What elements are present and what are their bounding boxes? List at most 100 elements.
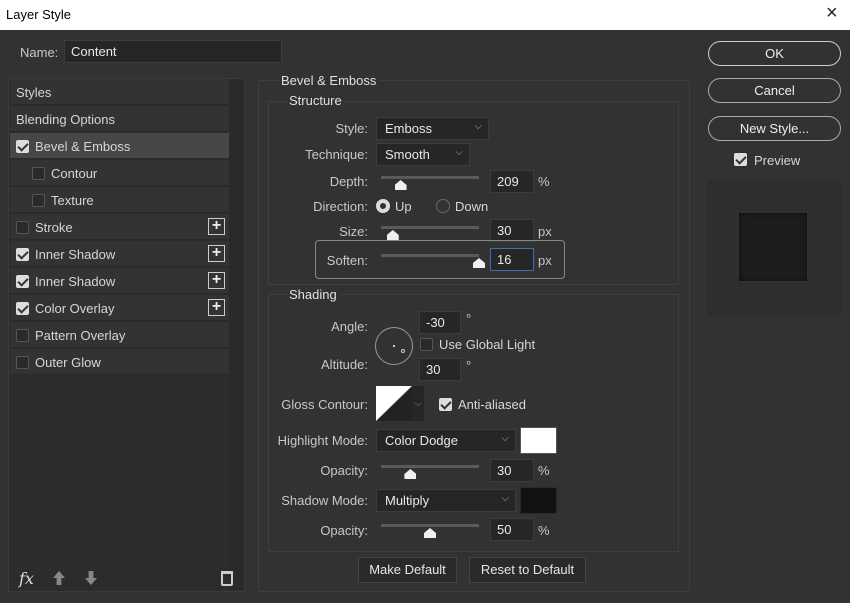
style-item-outer-glow[interactable]: Outer Glow bbox=[10, 349, 229, 375]
direction-up-label: Up bbox=[395, 199, 412, 214]
preview-swatch bbox=[739, 213, 807, 281]
soften-slider[interactable] bbox=[381, 254, 479, 257]
style-item-bevel-emboss[interactable]: Bevel & Emboss bbox=[10, 133, 229, 159]
style-item-label: Styles bbox=[16, 85, 51, 100]
altitude-label: Altitude: bbox=[270, 357, 368, 372]
style-checkbox[interactable] bbox=[16, 140, 29, 153]
style-checkbox[interactable] bbox=[32, 194, 45, 207]
style-item-texture[interactable]: Texture bbox=[10, 187, 229, 213]
size-label: Size: bbox=[270, 224, 368, 239]
cancel-button[interactable]: Cancel bbox=[708, 78, 841, 103]
highlight-mode-value: Color Dodge bbox=[385, 433, 458, 448]
preview-checkbox[interactable] bbox=[734, 153, 747, 166]
ok-button[interactable]: OK bbox=[708, 41, 841, 66]
soften-input[interactable]: 16 bbox=[490, 248, 534, 271]
direction-label: Direction: bbox=[270, 199, 368, 214]
make-default-button[interactable]: Make Default bbox=[358, 557, 457, 583]
style-checkbox[interactable] bbox=[16, 356, 29, 369]
style-item-label: Outer Glow bbox=[35, 355, 101, 370]
structure-title: Structure bbox=[286, 93, 345, 108]
style-item-label: Inner Shadow bbox=[35, 274, 115, 289]
highlight-opacity-slider[interactable] bbox=[381, 465, 479, 468]
title-bar: Layer Style × bbox=[0, 0, 850, 30]
chevron-down-icon: ⌵ bbox=[474, 121, 482, 132]
size-slider[interactable] bbox=[381, 226, 479, 229]
style-checkbox[interactable] bbox=[32, 167, 45, 180]
style-value: Emboss bbox=[385, 121, 432, 136]
style-item-contour[interactable]: Contour bbox=[10, 160, 229, 186]
style-item-label: Pattern Overlay bbox=[35, 328, 125, 343]
style-checkbox[interactable] bbox=[16, 221, 29, 234]
highlight-mode-label: Highlight Mode: bbox=[270, 433, 368, 448]
size-input[interactable]: 30 bbox=[490, 219, 534, 242]
shadow-mode-label: Shadow Mode: bbox=[270, 493, 368, 508]
style-item-color-overlay[interactable]: Color Overlay+ bbox=[10, 295, 229, 321]
highlight-opacity-label: Opacity: bbox=[270, 463, 368, 478]
highlight-color-swatch[interactable] bbox=[520, 427, 557, 454]
style-item-blending-options[interactable]: Blending Options bbox=[10, 106, 229, 132]
altitude-degree: ° bbox=[466, 358, 471, 373]
depth-input[interactable]: 209 bbox=[490, 170, 534, 193]
soften-label: Soften: bbox=[270, 253, 368, 268]
soften-unit: px bbox=[538, 253, 552, 268]
style-item-label: Contour bbox=[51, 166, 97, 181]
angle-dial[interactable] bbox=[375, 327, 413, 365]
style-item-label: Texture bbox=[51, 193, 94, 208]
shadow-opacity-slider[interactable] bbox=[381, 524, 479, 527]
direction-up-radio[interactable] bbox=[376, 199, 390, 213]
chevron-down-icon[interactable]: ⌵ bbox=[412, 386, 424, 421]
trash-icon[interactable] bbox=[221, 571, 233, 586]
style-item-label: Stroke bbox=[35, 220, 73, 235]
direction-down-radio[interactable] bbox=[436, 199, 450, 213]
style-checkbox[interactable] bbox=[16, 248, 29, 261]
reset-to-default-button[interactable]: Reset to Default bbox=[469, 557, 586, 583]
angle-input[interactable]: -30 bbox=[419, 311, 461, 334]
global-light-checkbox[interactable] bbox=[420, 338, 433, 351]
shadow-mode-value: Multiply bbox=[385, 493, 429, 508]
shadow-color-swatch[interactable] bbox=[520, 487, 557, 514]
style-item-styles[interactable]: Styles bbox=[10, 79, 229, 105]
style-checkbox[interactable] bbox=[16, 302, 29, 315]
chevron-down-icon: ⌵ bbox=[501, 493, 509, 504]
style-item-inner-shadow[interactable]: Inner Shadow + bbox=[10, 268, 229, 294]
depth-unit: % bbox=[538, 174, 550, 189]
add-effect-icon[interactable]: + bbox=[208, 272, 225, 289]
angle-label: Angle: bbox=[270, 319, 368, 334]
depth-slider[interactable] bbox=[381, 176, 479, 179]
altitude-input[interactable]: 30 bbox=[419, 358, 461, 381]
technique-select[interactable]: Smooth⌵ bbox=[376, 143, 470, 166]
window-title: Layer Style bbox=[6, 7, 71, 22]
style-item-stroke[interactable]: Stroke + bbox=[10, 214, 229, 240]
shadow-mode-select[interactable]: Multiply ⌵ bbox=[376, 489, 516, 512]
style-select[interactable]: Emboss ⌵ bbox=[376, 117, 489, 140]
anti-aliased-checkbox[interactable] bbox=[439, 398, 452, 411]
add-effect-icon[interactable]: + bbox=[208, 299, 225, 316]
global-light-label: Use Global Light bbox=[439, 337, 535, 352]
fx-button[interactable]: fx bbox=[19, 569, 34, 588]
shadow-opacity-input[interactable]: 50 bbox=[490, 518, 534, 541]
name-input[interactable]: Content bbox=[64, 40, 282, 63]
chevron-down-icon: ⌵ bbox=[455, 147, 463, 158]
style-item-label: Blending Options bbox=[16, 112, 115, 127]
shading-title: Shading bbox=[286, 287, 340, 302]
move-down-icon[interactable] bbox=[85, 571, 97, 585]
move-up-icon[interactable] bbox=[53, 571, 65, 585]
styles-list: fx Styles Blending Options Bevel & Emboss C… bbox=[8, 78, 245, 592]
style-item-inner-shadow[interactable]: Inner Shadow+ bbox=[10, 241, 229, 267]
scrollbar[interactable] bbox=[229, 79, 244, 591]
shadow-opacity-label: Opacity: bbox=[270, 523, 368, 538]
highlight-mode-select[interactable]: Color Dodge⌵ bbox=[376, 429, 516, 452]
preview-thumbnail bbox=[707, 180, 842, 316]
style-checkbox[interactable] bbox=[16, 275, 29, 288]
angle-degree: ° bbox=[466, 311, 471, 326]
add-effect-icon[interactable]: + bbox=[208, 218, 225, 235]
style-checkbox[interactable] bbox=[16, 329, 29, 342]
direction-down-label: Down bbox=[455, 199, 488, 214]
name-label: Name: bbox=[20, 45, 58, 60]
close-icon[interactable]: × bbox=[826, 2, 838, 25]
add-effect-icon[interactable]: + bbox=[208, 245, 225, 262]
style-item-pattern-overlay[interactable]: Pattern Overlay bbox=[10, 322, 229, 348]
highlight-opacity-input[interactable]: 30 bbox=[490, 459, 534, 482]
new-style-button[interactable]: New Style... bbox=[708, 116, 841, 141]
gloss-contour-swatch[interactable] bbox=[376, 386, 412, 421]
